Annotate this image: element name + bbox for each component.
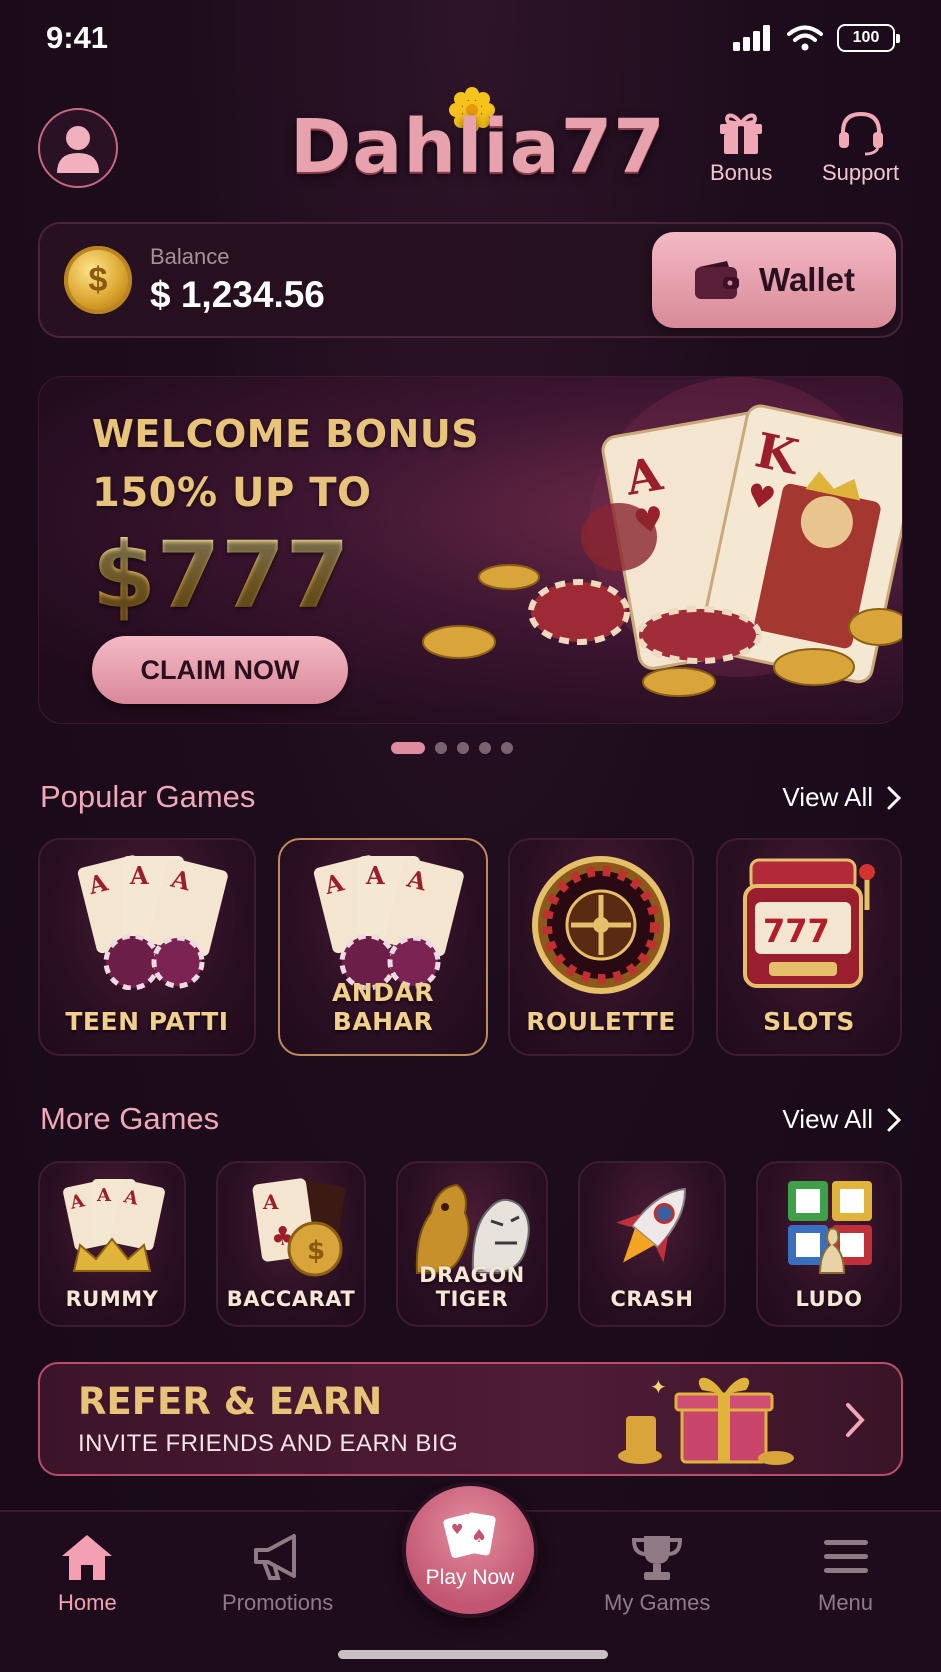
game-label: LUDO (795, 1287, 863, 1311)
game-label: SLOTS (763, 1007, 855, 1036)
refer-subtitle: INVITE FRIENDS AND EARN BIG (78, 1430, 459, 1457)
wallet-icon (695, 261, 740, 299)
game-tile-baccarat[interactable]: A ♣ $ BACCARAT (216, 1161, 366, 1327)
wallet-label: Wallet (759, 261, 855, 298)
home-icon (62, 1535, 113, 1580)
balance-label: Balance (150, 244, 230, 269)
banner-line-1: WELCOME BONUS (92, 412, 480, 456)
nav-my-games[interactable]: My Games (604, 1532, 710, 1616)
coin-icon: $ (64, 246, 132, 314)
cards-crown-icon: A A A (40, 1173, 184, 1283)
cards-icon: ♠ ♥ (443, 1512, 496, 1558)
svg-text:✦: ✦ (650, 1375, 667, 1399)
rocket-icon (580, 1173, 724, 1283)
nav-menu[interactable]: Menu (818, 1532, 873, 1616)
user-icon (57, 126, 99, 173)
cards-chips-icon: A A A (40, 850, 254, 990)
svg-text:A: A (365, 861, 385, 890)
play-now-label: Play Now (425, 1566, 515, 1589)
headset-icon (838, 111, 883, 156)
play-now-button[interactable]: ♠ ♥ Play Now (402, 1482, 538, 1618)
cards-chips-icon: A A A (280, 850, 486, 990)
wallet-button[interactable]: Wallet (652, 232, 896, 328)
chevron-right-icon (887, 1108, 901, 1131)
gift-icon (720, 113, 763, 154)
game-tile-dragon-tiger[interactable]: DRAGON TIGER (396, 1161, 548, 1327)
balance-value: $ 1,234.56 (150, 274, 325, 315)
gift-box-illustration: ✦ (618, 1375, 794, 1465)
home-indicator (338, 1650, 608, 1659)
nav-home[interactable]: Home (58, 1532, 117, 1616)
nav-menu-label: Menu (818, 1590, 874, 1615)
svg-text:A: A (262, 1190, 279, 1214)
battery-icon: 100 (837, 24, 900, 52)
game-label: BACCARAT (226, 1287, 356, 1311)
game-tile-roulette[interactable]: ROULETTE (508, 838, 694, 1056)
game-tile-andar-bahar[interactable]: A A A ANDAR BAHAR (278, 838, 488, 1056)
svg-text:777: 777 (763, 912, 830, 950)
game-label: CRASH (610, 1287, 694, 1311)
support-label: Support (822, 160, 900, 185)
claim-now-button[interactable]: CLAIM NOW (92, 636, 348, 704)
game-label: ANDAR BAHAR (331, 978, 435, 1036)
roulette-wheel-icon (510, 850, 692, 1000)
carousel-dot[interactable] (457, 742, 469, 754)
banner-amount: $777 (92, 522, 351, 629)
status-time: 9:41 (46, 20, 109, 55)
card-coin-icon: A ♣ $ (218, 1173, 364, 1283)
game-tile-ludo[interactable]: LUDO (756, 1161, 902, 1327)
game-tile-rummy[interactable]: A A A RUMMY (38, 1161, 186, 1327)
game-tile-teen-patti[interactable]: A A A TEEN PATTI (38, 838, 256, 1056)
view-all-label: View All (782, 782, 873, 812)
svg-text:A: A (96, 1185, 112, 1206)
more-view-all-link[interactable]: View All (782, 1104, 901, 1135)
refer-title: REFER & EARN (78, 1380, 383, 1423)
game-label: DRAGON TIGER (419, 1263, 525, 1311)
carousel-dots (391, 742, 513, 754)
nav-promotions-label: Promotions (222, 1590, 334, 1615)
svg-text:A: A (129, 861, 149, 890)
battery-level: 100 (852, 29, 880, 46)
popular-games-title: Popular Games (40, 779, 256, 814)
nav-my-games-label: My Games (604, 1590, 711, 1615)
bonus-label: Bonus (710, 160, 773, 185)
game-label: TEEN PATTI (65, 1007, 229, 1036)
chevron-right-icon (846, 1403, 865, 1437)
wifi-icon (787, 25, 823, 51)
carousel-dot[interactable] (501, 742, 513, 754)
svg-text:♥: ♥ (451, 1522, 464, 1538)
brand-name: Dahlia77 (290, 104, 666, 190)
game-label: ROULETTE (526, 1007, 676, 1036)
hamburger-menu-icon (823, 1540, 868, 1573)
more-games-title: More Games (40, 1101, 220, 1136)
chevron-right-icon (887, 786, 901, 809)
support-button[interactable]: Support (822, 110, 899, 186)
nav-promotions[interactable]: Promotions (222, 1532, 333, 1616)
game-tile-slots[interactable]: 777 SLOTS (716, 838, 902, 1056)
ludo-board-icon (758, 1173, 900, 1283)
view-all-label: View All (782, 1104, 873, 1134)
carousel-dot[interactable] (391, 742, 425, 754)
profile-avatar-button[interactable] (38, 108, 118, 188)
brand-logo: Dahlia77 (290, 86, 665, 196)
slot-machine-icon: 777 (718, 850, 900, 1000)
megaphone-icon (253, 1534, 296, 1580)
game-label: RUMMY (65, 1287, 159, 1311)
status-icons: 100 (733, 24, 900, 52)
trophy-icon (632, 1536, 683, 1580)
svg-text:$: $ (307, 1236, 325, 1266)
game-tile-crash[interactable]: CRASH (578, 1161, 726, 1327)
signal-icon (733, 25, 770, 51)
bonus-button[interactable]: Bonus (710, 110, 772, 186)
banner-line-2: 150% UP TO (92, 470, 372, 516)
popular-view-all-link[interactable]: View All (782, 782, 901, 813)
nav-home-label: Home (58, 1590, 117, 1615)
carousel-dot[interactable] (435, 742, 447, 754)
svg-text:♠: ♠ (471, 1526, 487, 1547)
carousel-dot[interactable] (479, 742, 491, 754)
